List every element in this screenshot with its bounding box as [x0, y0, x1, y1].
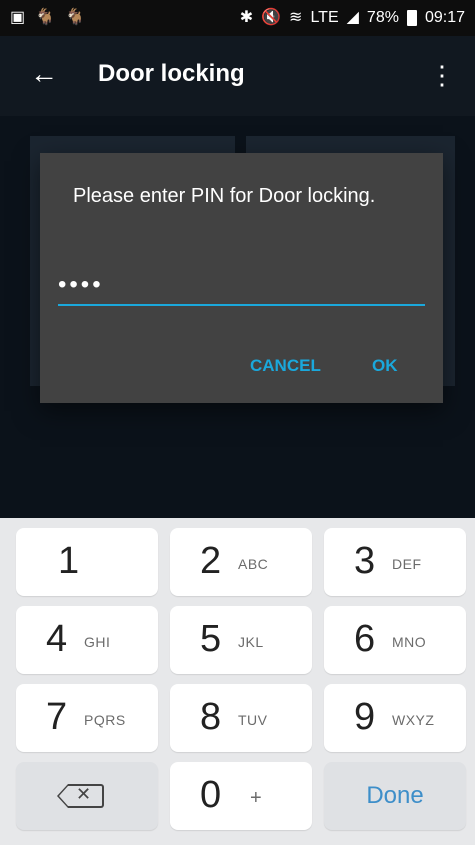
signal-icon: ◢ — [346, 9, 359, 26]
mute-icon: 🔇 — [261, 9, 282, 26]
key-3-number: 3 — [354, 540, 376, 582]
wifi-icon: ≋ — [289, 9, 303, 26]
image-icon: ▣ — [10, 9, 26, 26]
key-5[interactable]: 5 JKL — [170, 606, 312, 674]
key-9-number: 9 — [354, 696, 376, 738]
pin-input-underline — [58, 304, 425, 306]
key-4-letters: GHI — [84, 634, 111, 650]
key-7[interactable]: 7 PQRS — [16, 684, 158, 752]
status-icons-right: ✱ 🔇 ≋ LTE ◢ 78% 09:17 — [240, 8, 465, 28]
numeric-keyboard: 1 2 ABC 3 DEF 4 GHI 5 JKL 6 MNO 7 PQRS 8… — [0, 518, 475, 845]
status-bar: ▣ 🐐 🐐 ✱ 🔇 ≋ LTE ◢ 78% 09:17 — [0, 0, 475, 36]
pin-dialog: Please enter PIN for Door locking. •••• … — [40, 153, 443, 403]
pin-input[interactable]: •••• — [58, 271, 425, 305]
time: 09:17 — [424, 9, 465, 26]
key-6-number: 6 — [354, 618, 376, 660]
key-4[interactable]: 4 GHI — [16, 606, 158, 674]
battery-icon — [406, 10, 417, 26]
key-1[interactable]: 1 — [16, 528, 158, 596]
dialog-message: Please enter PIN for Door locking. — [73, 185, 376, 207]
arrow-left-icon[interactable]: ← — [30, 58, 58, 90]
key-1-number: 1 — [58, 540, 80, 582]
key-0[interactable]: 0 + — [170, 762, 312, 830]
key-6-letters: MNO — [392, 634, 427, 650]
ok-button[interactable]: OK — [372, 356, 398, 376]
animal-icon: 🐐 — [65, 9, 85, 26]
animal-icon: 🐐 — [35, 9, 56, 26]
key-7-letters: PQRS — [84, 712, 126, 728]
more-vert-icon[interactable]: ⋮ — [429, 60, 455, 91]
backspace-icon: ✕ — [57, 784, 104, 808]
key-3[interactable]: 3 DEF — [324, 528, 466, 596]
app-bar: ← Door locking ⋮ — [0, 36, 475, 116]
done-label: Done — [366, 782, 424, 809]
key-3-letters: DEF — [392, 556, 422, 572]
key-9-letters: WXYZ — [392, 712, 435, 728]
cancel-button[interactable]: CANCEL — [250, 356, 321, 376]
key-6[interactable]: 6 MNO — [324, 606, 466, 674]
key-2-number: 2 — [200, 540, 222, 582]
status-icons-left: ▣ 🐐 🐐 — [10, 8, 85, 28]
battery-percent: 78% — [366, 9, 399, 26]
key-0-number: 0 — [200, 774, 222, 816]
done-key[interactable]: Done — [324, 762, 466, 830]
bluetooth-icon: ✱ — [239, 9, 254, 26]
page-title: Door locking — [98, 60, 245, 87]
key-7-number: 7 — [46, 696, 68, 738]
key-5-number: 5 — [200, 618, 222, 660]
key-9[interactable]: 9 WXYZ — [324, 684, 466, 752]
key-8-number: 8 — [200, 696, 222, 738]
key-8-letters: TUV — [238, 712, 268, 728]
backspace-key[interactable]: ✕ — [16, 762, 158, 830]
network-type: LTE — [310, 9, 339, 26]
key-4-number: 4 — [46, 618, 68, 660]
key-2-letters: ABC — [238, 556, 269, 572]
key-5-letters: JKL — [238, 634, 264, 650]
key-0-symbol: + — [250, 787, 263, 809]
key-2[interactable]: 2 ABC — [170, 528, 312, 596]
key-8[interactable]: 8 TUV — [170, 684, 312, 752]
